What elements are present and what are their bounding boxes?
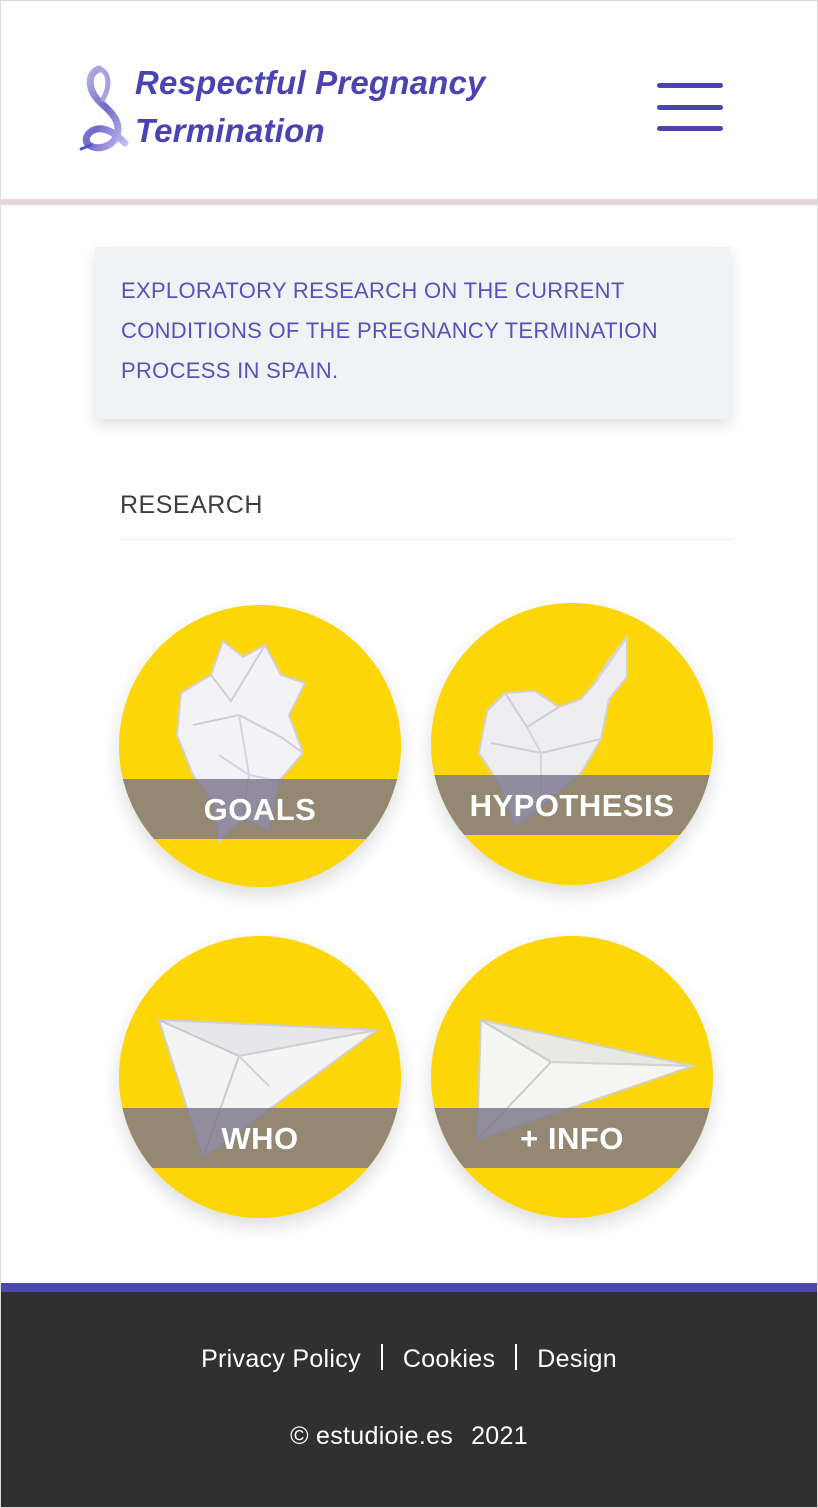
tile-label: GOALS xyxy=(203,792,317,827)
privacy-policy-link[interactable]: Privacy Policy xyxy=(201,1345,361,1373)
footer-separator xyxy=(515,1344,518,1370)
copyright-year: 2021 xyxy=(471,1422,528,1450)
header-divider xyxy=(1,199,817,205)
section-divider xyxy=(120,539,732,540)
tile-more-info[interactable]: + INFO xyxy=(431,936,713,1218)
tile-hypothesis[interactable]: HYPOTHESIS xyxy=(431,603,713,885)
crumpled-paper-icon xyxy=(477,633,628,829)
site-header: Respectful Pregnancy Termination xyxy=(1,1,817,199)
hamburger-menu-button[interactable] xyxy=(653,81,725,135)
site-footer: Privacy Policy Cookies Design © estudioie.… xyxy=(1,1292,817,1507)
site-logo[interactable]: Respectful Pregnancy Termination xyxy=(77,59,497,159)
tile-goals[interactable]: GOALS xyxy=(119,605,401,887)
copyright-text: © estudioie.es xyxy=(290,1422,454,1450)
paper-plane-icon xyxy=(157,1018,380,1160)
ribbon-logo-icon xyxy=(79,65,129,152)
footer-separator xyxy=(380,1344,383,1370)
intro-text: EXPLORATORY RESEARCH ON THE CURRENT COND… xyxy=(121,278,658,383)
tile-label: + INFO xyxy=(520,1121,624,1156)
tile-label: WHO xyxy=(221,1121,299,1156)
design-link[interactable]: Design xyxy=(537,1345,617,1373)
crumpled-paper-icon xyxy=(175,639,307,844)
intro-card: EXPLORATORY RESEARCH ON THE CURRENT COND… xyxy=(95,247,731,419)
copyright: © estudioie.es 2021 xyxy=(1,1422,817,1451)
tile-label: HYPOTHESIS xyxy=(469,788,675,823)
section-title: RESEARCH xyxy=(120,491,263,519)
logo-title-line2: Termination xyxy=(135,112,325,149)
footer-accent-bar xyxy=(1,1283,817,1292)
paper-plane-icon xyxy=(475,1018,697,1142)
footer-links: Privacy Policy Cookies Design xyxy=(1,1344,817,1374)
logo-title-line1: Respectful Pregnancy xyxy=(135,64,486,101)
tile-who[interactable]: WHO xyxy=(119,936,401,1218)
page: Respectful Pregnancy Termination EXPLORA… xyxy=(0,0,818,1508)
cookies-link[interactable]: Cookies xyxy=(403,1345,495,1373)
